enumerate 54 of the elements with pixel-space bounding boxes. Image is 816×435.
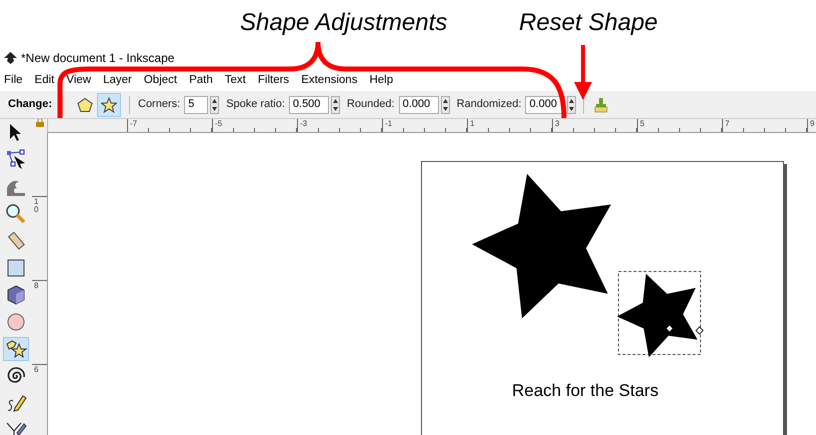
spin-buttons[interactable]	[440, 96, 450, 114]
ruler-label: 9	[810, 119, 814, 130]
lock-icon[interactable]	[36, 119, 44, 127]
menu-item[interactable]: File	[4, 72, 23, 90]
spin-buttons[interactable]	[330, 96, 340, 114]
shape-button[interactable]	[97, 92, 121, 116]
annotation-label: Reset Shape	[519, 8, 658, 38]
menu-item[interactable]: Help	[369, 72, 394, 90]
ruler-label: 8	[34, 282, 40, 290]
pentagon-icon	[77, 96, 93, 112]
window-title: *New document 1 - Inkscape	[21, 52, 174, 65]
menu-item[interactable]: View	[66, 72, 92, 90]
cube-icon	[5, 284, 27, 306]
arrow	[574, 45, 592, 100]
spin-buttons[interactable]	[567, 96, 576, 114]
spin-field[interactable]: 5	[184, 96, 208, 114]
reset-button[interactable]	[592, 96, 610, 114]
ruler-label: 5	[640, 119, 644, 130]
menu-item[interactable]: Text	[224, 72, 246, 90]
spin-field[interactable]: 0.000	[398, 96, 439, 114]
annotation-label: Shape Adjustments	[240, 8, 448, 38]
canvas-text[interactable]: Reach for the Stars	[512, 378, 658, 404]
spin-field[interactable]: 0.500	[288, 96, 329, 114]
field-label: Spoke ratio:	[226, 97, 285, 112]
menu-item[interactable]: Filters	[258, 72, 290, 90]
star-shape[interactable]	[472, 174, 611, 318]
spin-buttons[interactable]	[210, 96, 220, 114]
menu-item[interactable]: Object	[144, 72, 178, 90]
star-icon	[101, 96, 117, 112]
menu-item[interactable]: Edit	[34, 72, 54, 90]
ruler-label: -7	[130, 119, 138, 130]
tool-button[interactable]	[3, 337, 29, 361]
ruler-label: -5	[215, 119, 222, 130]
ruler-label: -3	[300, 119, 308, 130]
ruler-label: 6	[34, 366, 40, 374]
ruler-label: 7	[725, 119, 730, 130]
handle[interactable]	[695, 326, 704, 335]
search-icon	[5, 203, 27, 225]
toolbar-label: Change:	[8, 97, 52, 112]
ruler-label: 1	[470, 119, 474, 130]
circle-icon	[5, 311, 27, 333]
menu-item[interactable]: Layer	[103, 72, 132, 90]
ruler-label: 10	[34, 198, 40, 214]
app-logo-icon	[4, 52, 17, 64]
node-editor-icon	[5, 149, 27, 171]
rectangle-icon	[5, 257, 27, 279]
field-label: Corners:	[138, 97, 180, 112]
menu-item[interactable]: Extensions	[301, 72, 358, 90]
field-label: Randomized:	[456, 97, 522, 112]
star-polygon-icon	[5, 338, 27, 360]
menu-item[interactable]: Path	[189, 72, 213, 90]
ruler-label: 3	[555, 119, 560, 130]
field-label: Rounded:	[346, 97, 395, 112]
ruler-label: -1	[385, 119, 392, 130]
